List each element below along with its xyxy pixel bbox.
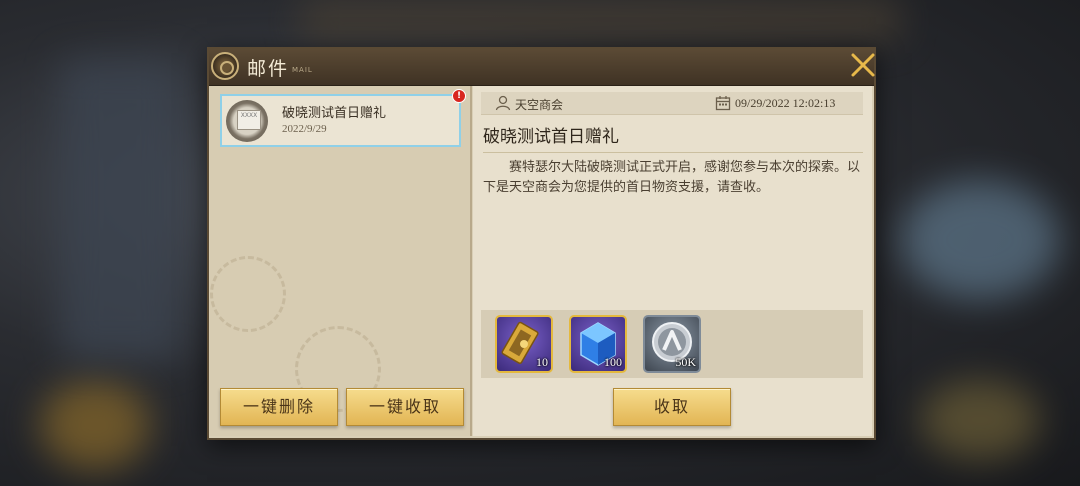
attachment-count: 50K xyxy=(675,355,696,369)
attachment-item[interactable]: 10 xyxy=(495,315,553,373)
close-button[interactable] xyxy=(849,51,877,79)
unread-badge: ! xyxy=(452,89,466,103)
window-title: 邮件 xyxy=(247,58,290,80)
title-bar: 邮件 MAIL xyxy=(209,49,877,86)
delete-all-button[interactable]: 一键删除 xyxy=(220,388,338,426)
background-blur xyxy=(40,380,150,470)
claim-all-button[interactable]: 一键收取 xyxy=(346,388,464,426)
background-blur xyxy=(900,180,1060,300)
mail-item-date: 2022/9/29 xyxy=(282,123,327,135)
mail-body-text: 赛特瑟尔大陆破晓测试正式开启，感谢您参与本次的探索。以下是天空商会为您提供的首日… xyxy=(483,160,861,195)
background-blur xyxy=(60,60,180,360)
close-icon xyxy=(851,53,875,77)
attachments-bar: 10 100 50K xyxy=(481,310,863,378)
mail-item-title: 破晓测试首日赠礼 xyxy=(282,106,387,121)
mail-meta-bar: 天空商会 09/29/2022 12:02:13 xyxy=(481,92,863,115)
letter-paper: XXXX xyxy=(237,110,261,130)
background-blur xyxy=(300,0,900,40)
mail-datetime: 09/29/2022 12:02:13 xyxy=(735,96,836,110)
window-subtitle: MAIL xyxy=(292,66,313,74)
gear-decoration-icon xyxy=(210,256,286,332)
calendar-icon xyxy=(715,96,731,111)
attachment-item[interactable]: 100 xyxy=(569,315,627,373)
mail-emblem-icon xyxy=(211,52,239,80)
mail-window: 邮件 MAIL XXXX 破晓测试首日赠礼 2022/9/29 ! 一键删除 一… xyxy=(207,47,876,440)
background-blur xyxy=(920,380,1040,460)
attachment-count: 100 xyxy=(604,355,622,369)
mail-heading: 破晓测试首日赠礼 xyxy=(483,127,619,147)
claim-button[interactable]: 收取 xyxy=(613,388,731,426)
mail-list-panel: XXXX 破晓测试首日赠礼 2022/9/29 ! 一键删除 一键收取 xyxy=(210,86,472,436)
mail-detail-panel: 天空商会 09/29/2022 12:02:13 破晓测试首日赠礼 赛特瑟尔大陆… xyxy=(473,86,872,436)
user-icon xyxy=(495,95,511,111)
attachment-item[interactable]: 50K xyxy=(643,315,701,373)
divider xyxy=(483,152,863,153)
mail-list-item[interactable]: XXXX 破晓测试首日赠礼 2022/9/29 ! xyxy=(220,89,466,147)
sender-name: 天空商会 xyxy=(515,98,564,112)
attachment-count: 10 xyxy=(536,355,548,369)
letter-icon: XXXX xyxy=(226,100,268,142)
